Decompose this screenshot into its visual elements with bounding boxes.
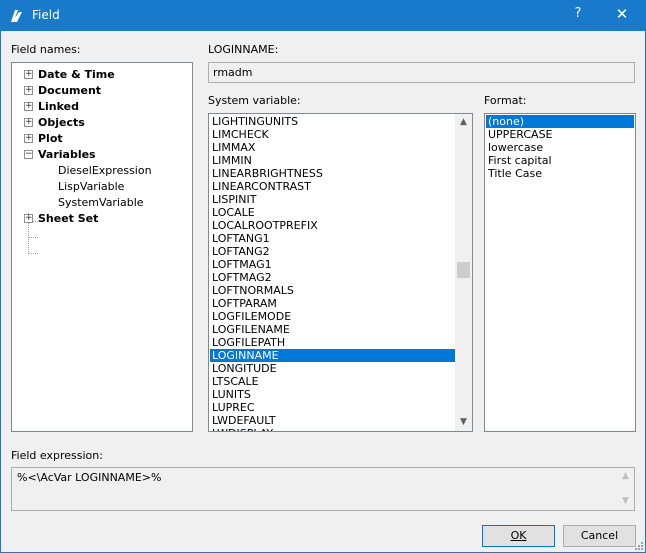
list-item[interactable]: LOFTNORMALS <box>210 284 455 297</box>
list-item[interactable]: LOCALE <box>210 206 455 219</box>
list-item[interactable]: LOFTANG1 <box>210 232 455 245</box>
field-dialog: Field ? ✕ Field names: + Date & Time + Docu… <box>0 0 646 553</box>
system-variable-list[interactable]: LIGHTINGUNITS LIMCHECK LIMMAX LIMMIN LINEARB… <box>208 113 473 432</box>
list-item[interactable]: LOGFILENAME <box>210 323 455 336</box>
list-item[interactable]: LOFTPARAM <box>210 297 455 310</box>
collapse-icon[interactable]: − <box>24 150 33 159</box>
tree-item-label: Date & Time <box>38 68 115 81</box>
expand-icon[interactable]: + <box>24 86 33 95</box>
title-bar[interactable]: Field ? ✕ <box>1 1 645 31</box>
scroll-down-icon[interactable]: ▼ <box>617 493 634 510</box>
list-item[interactable]: LOFTANG2 <box>210 245 455 258</box>
list-item[interactable]: LWDISPLAY <box>210 427 455 431</box>
list-item[interactable]: LIMCHECK <box>210 128 455 141</box>
field-names-label: Field names: <box>11 43 81 56</box>
list-item[interactable]: UPPERCASE <box>486 128 634 141</box>
expand-icon[interactable]: + <box>24 134 33 143</box>
list-item[interactable]: LISPINIT <box>210 193 455 206</box>
list-item[interactable]: LUPREC <box>210 401 455 414</box>
format-items: (none) UPPERCASE lowercase First capital Tit… <box>486 115 634 180</box>
system-variable-label: System variable: <box>208 94 301 107</box>
field-expression-box: %<\AcVar LOGINNAME>% ▲ ▼ <box>11 467 635 511</box>
tree-guide-line <box>29 237 38 238</box>
scroll-down-icon[interactable]: ▼ <box>455 414 472 431</box>
cancel-button[interactable]: Cancel <box>563 525 636 547</box>
cancel-button-label: Cancel <box>580 529 619 542</box>
ok-button-label: OK <box>510 529 527 542</box>
list-item[interactable]: LIGHTINGUNITS <box>210 115 455 128</box>
tree-item-label: Plot <box>38 132 63 145</box>
format-list[interactable]: (none) UPPERCASE lowercase First capital Tit… <box>484 113 636 432</box>
scroll-up-icon[interactable]: ▲ <box>617 468 634 485</box>
scroll-up-icon[interactable]: ▲ <box>455 114 472 131</box>
format-label: Format: <box>484 94 527 107</box>
list-item[interactable]: LOGFILEMODE <box>210 310 455 323</box>
tree-item-label: Objects <box>38 116 85 129</box>
expand-icon[interactable]: + <box>24 70 33 79</box>
field-expression-label: Field expression: <box>11 449 103 462</box>
system-variable-scrollbar[interactable]: ▲ ▼ <box>455 114 472 431</box>
expression-scrollbar[interactable]: ▲ ▼ <box>617 468 634 510</box>
list-item[interactable]: Title Case <box>486 167 634 180</box>
expand-icon[interactable]: + <box>24 102 33 111</box>
system-variable-items: LIGHTINGUNITS LIMCHECK LIMMAX LIMMIN LINEARB… <box>210 115 455 431</box>
list-item[interactable]: LIMMIN <box>210 154 455 167</box>
list-item[interactable]: LUNITS <box>210 388 455 401</box>
expand-icon[interactable]: + <box>24 214 33 223</box>
tree-item-label: Sheet Set <box>38 212 99 225</box>
list-item[interactable]: LOFTMAG1 <box>210 258 455 271</box>
list-item[interactable]: LONGITUDE <box>210 362 455 375</box>
field-expression-text: %<\AcVar LOGINNAME>% <box>17 471 162 484</box>
resize-grip-icon[interactable] <box>633 540 643 550</box>
value-field: rmadm <box>208 62 635 83</box>
field-names-tree[interactable]: + Date & Time + Document + Linked + Objects + Plo… <box>11 62 193 432</box>
list-item[interactable]: First capital <box>486 154 634 167</box>
window-title: Field <box>32 8 60 22</box>
list-item[interactable]: LTSCALE <box>210 375 455 388</box>
tree-item-label: Variables <box>38 148 96 161</box>
list-item[interactable]: (none) <box>486 115 634 128</box>
tree-item-label: DieselExpression <box>58 164 152 177</box>
tree-item-label: LispVariable <box>58 180 125 193</box>
tree-item-label: Linked <box>38 100 79 113</box>
list-item[interactable]: LINEARBRIGHTNESS <box>210 167 455 180</box>
tree-item[interactable]: DieselExpression <box>58 163 152 179</box>
list-item[interactable]: LOCALROOTPREFIX <box>210 219 455 232</box>
ok-button[interactable]: OK <box>482 525 555 547</box>
help-button[interactable]: ? <box>564 6 592 26</box>
tree-item[interactable]: SystemVariable <box>58 195 144 211</box>
expand-icon[interactable]: + <box>24 118 33 127</box>
list-item[interactable]: LOGINNAME <box>210 349 455 362</box>
value-label: LOGINNAME: <box>208 43 279 56</box>
list-item[interactable]: LOFTMAG2 <box>210 271 455 284</box>
scroll-thumb[interactable] <box>457 262 470 278</box>
list-item[interactable]: LIMMAX <box>210 141 455 154</box>
tree-item-label: SystemVariable <box>58 196 144 209</box>
tree-item[interactable]: LispVariable <box>58 179 124 195</box>
app-logo-icon <box>11 10 22 22</box>
list-item[interactable]: LOGFILEPATH <box>210 336 455 349</box>
close-button[interactable]: ✕ <box>607 5 637 27</box>
tree-guide-line <box>29 253 38 254</box>
list-item[interactable]: lowercase <box>486 141 634 154</box>
list-item[interactable]: LWDEFAULT <box>210 414 455 427</box>
list-item[interactable]: LINEARCONTRAST <box>210 180 455 193</box>
tree-item-label: Document <box>38 84 102 97</box>
